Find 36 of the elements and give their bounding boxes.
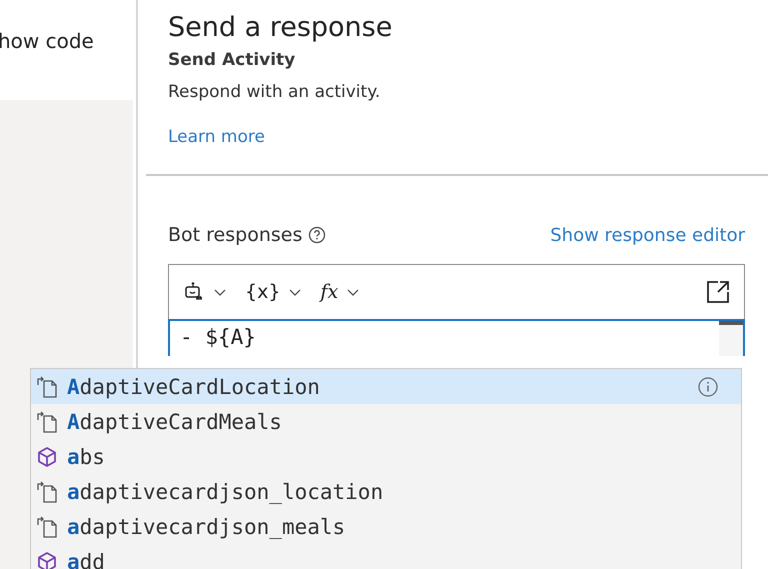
suggestion-item[interactable]: abs <box>31 439 741 474</box>
suggestion-item[interactable]: AdaptiveCardMeals <box>31 404 741 439</box>
snippet-icon <box>35 480 59 504</box>
suggestion-text: AdaptiveCardLocation <box>67 374 320 398</box>
bot-responses-label: Bot responses <box>168 224 302 246</box>
chevron-down-icon <box>346 287 360 297</box>
snippet-icon <box>35 374 59 398</box>
panel-description: Respond with an activity. <box>168 82 382 102</box>
snippet-icon <box>35 514 59 538</box>
variable-dropdown[interactable]: {x} <box>245 281 302 303</box>
help-icon[interactable] <box>308 226 326 244</box>
panel-subtitle: Send Activity <box>168 50 296 70</box>
chevron-down-icon <box>213 287 227 297</box>
chevron-down-icon <box>288 287 302 297</box>
suggestion-text: adaptivecardjson_location <box>67 480 384 504</box>
suggestion-item[interactable]: add <box>31 544 741 569</box>
code-line: - ${A} <box>180 325 256 349</box>
suggestion-text: add <box>67 550 105 569</box>
function-dropdown[interactable]: fx <box>320 281 360 303</box>
snippet-icon <box>35 410 59 434</box>
suggestion-text: adaptivecardjson_meals <box>67 514 346 538</box>
suggestion-item[interactable]: AdaptiveCardLocation <box>31 369 741 404</box>
cube-icon <box>35 550 59 569</box>
info-icon[interactable] <box>697 376 719 398</box>
suggestion-text: abs <box>67 444 105 468</box>
suggestion-item[interactable]: adaptivecardjson_meals <box>31 509 741 544</box>
scrollbar[interactable] <box>719 321 743 356</box>
cube-icon <box>35 444 59 468</box>
suggestion-text: AdaptiveCardMeals <box>67 410 282 434</box>
code-editor[interactable]: - ${A} <box>168 319 745 356</box>
learn-more-link[interactable]: Learn more <box>168 127 265 147</box>
show-response-editor-link[interactable]: Show response editor <box>550 224 745 246</box>
show-code-link[interactable]: how code <box>0 29 94 53</box>
suggestion-item[interactable]: adaptivecardjson_location <box>31 474 741 509</box>
pop-out-icon[interactable] <box>706 280 730 304</box>
panel-title: Send a response <box>168 12 394 43</box>
